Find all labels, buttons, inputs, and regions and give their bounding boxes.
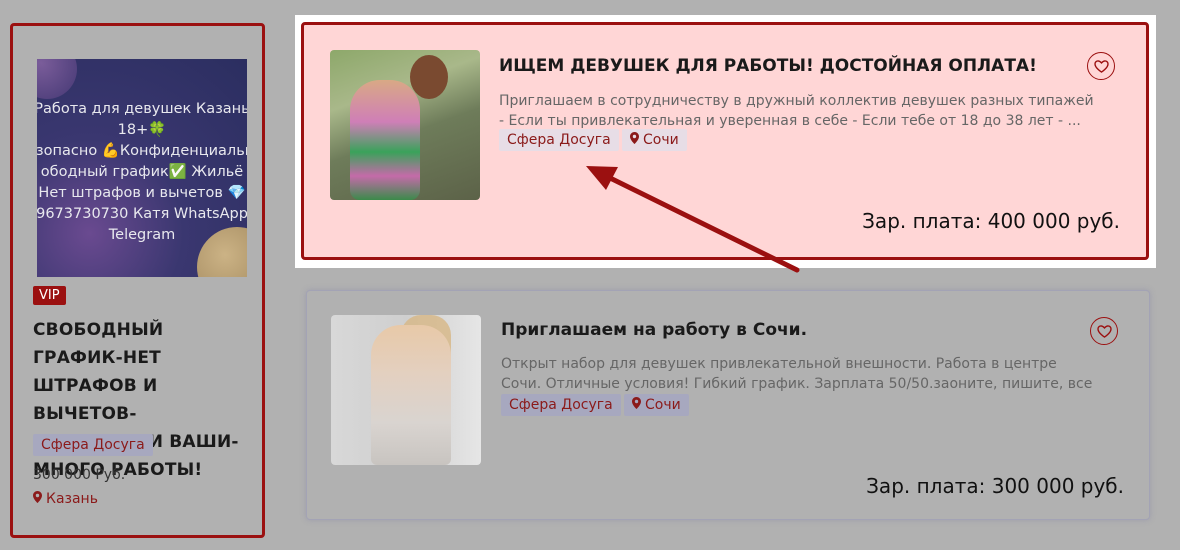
photo-head [410, 55, 448, 99]
map-pin-icon [632, 397, 641, 413]
vip-listing-card[interactable]: Работа для девушек Казань 18+🍀 езопасно … [10, 23, 265, 538]
listing-salary: Зар. плата: 400 000 руб. [862, 209, 1120, 233]
map-pin-icon [33, 491, 42, 507]
city-tag-label: Сочи [645, 397, 681, 413]
photo-figure [350, 80, 420, 200]
vip-badge: VIP [33, 286, 66, 305]
city-tag[interactable]: Сочи [622, 129, 687, 151]
vip-city[interactable]: Казань [33, 491, 98, 507]
vip-listing-title[interactable]: СВОБОДНЫЙ ГРАФИК-НЕТ ШТРАФОВ И ВЫЧЕТОВ-Д… [33, 316, 258, 484]
city-tag[interactable]: Сочи [624, 394, 689, 416]
favorite-button[interactable] [1087, 52, 1115, 80]
listing-photo[interactable] [331, 315, 481, 465]
listing-card-2[interactable]: Приглашаем на работу в Сочи. Открыт набо… [306, 290, 1150, 520]
listing-title[interactable]: Приглашаем на работу в Сочи. [501, 320, 807, 340]
category-tag[interactable]: Сфера Досуга [501, 394, 621, 416]
listing-salary: Зар. плата: 300 000 руб. [866, 474, 1124, 498]
listing-photo[interactable] [330, 50, 480, 200]
listing-description: Приглашаем в сотрудничеству в дружный ко… [499, 93, 1094, 129]
vip-salary: 300 000 Руб. [33, 467, 126, 483]
category-tag[interactable]: Сфера Досуга [499, 129, 619, 151]
favorite-button[interactable] [1090, 317, 1118, 345]
listing-card-1[interactable]: ИЩЕМ ДЕВУШЕК ДЛЯ РАБОТЫ! ДОСТОЙНАЯ ОПЛАТ… [301, 22, 1149, 260]
vip-listing-image[interactable]: Работа для девушек Казань 18+🍀 езопасно … [37, 59, 247, 277]
heart-icon [1094, 60, 1109, 73]
planet-decoration [37, 59, 77, 99]
vip-image-text: Работа для девушек Казань 18+🍀 езопасно … [37, 101, 247, 243]
city-tag-label: Сочи [643, 132, 679, 148]
category-tag[interactable]: Сфера Досуга [33, 434, 153, 456]
listing-title[interactable]: ИЩЕМ ДЕВУШЕК ДЛЯ РАБОТЫ! ДОСТОЙНАЯ ОПЛАТ… [499, 56, 1037, 76]
heart-icon [1097, 325, 1112, 338]
map-pin-icon [630, 132, 639, 148]
photo-figure [371, 325, 451, 465]
vip-city-label: Казань [46, 491, 98, 507]
